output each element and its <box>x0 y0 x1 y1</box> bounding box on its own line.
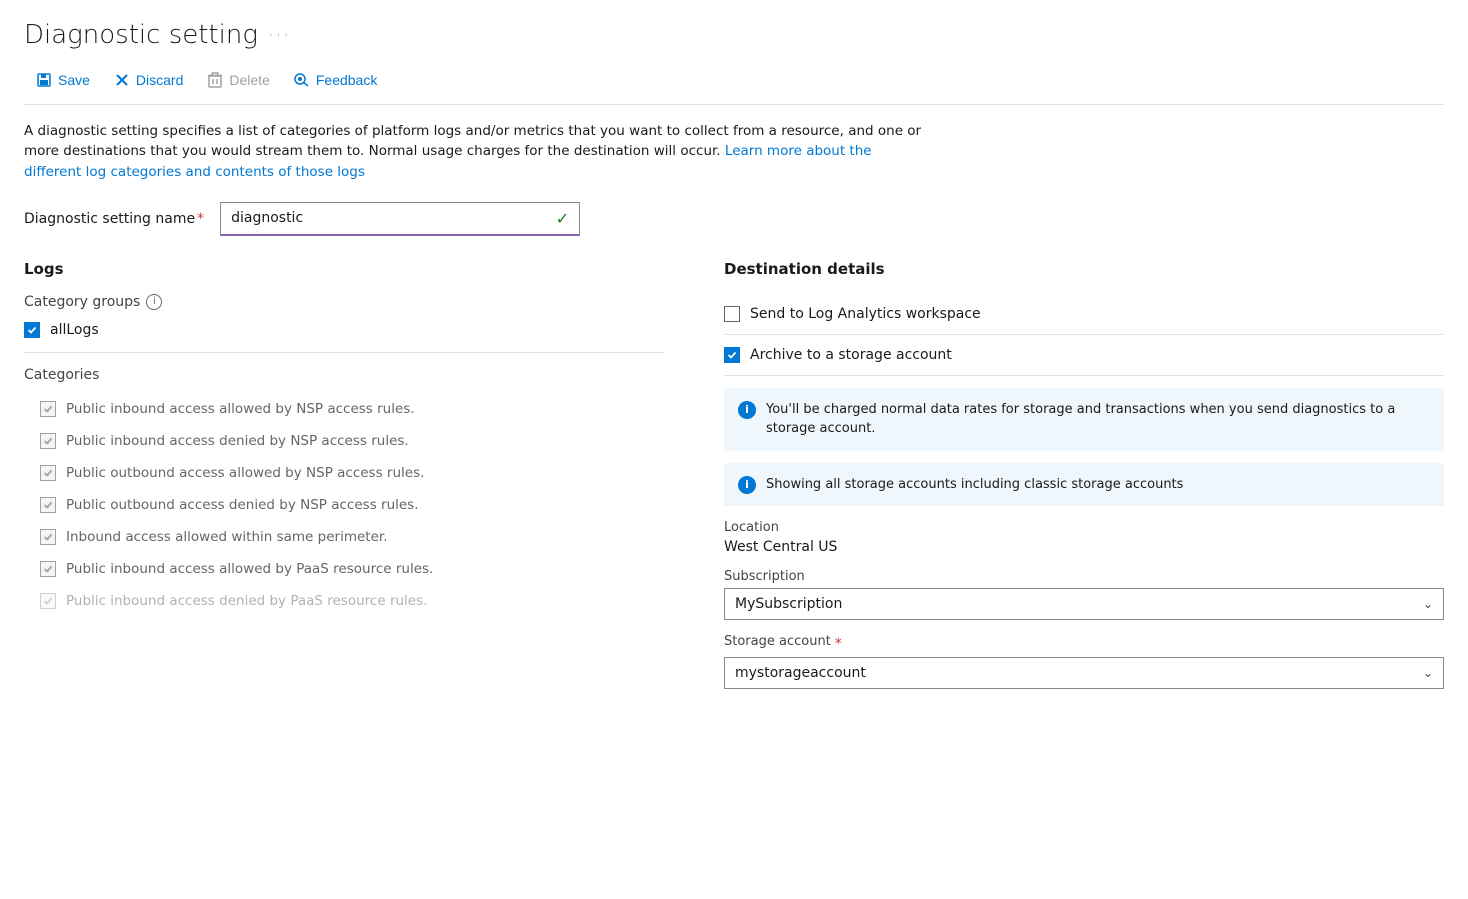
setting-name-row: Diagnostic setting name* diagnostic ✓ <box>24 202 1444 236</box>
input-check-icon: ✓ <box>556 209 569 228</box>
delete-icon <box>207 72 223 88</box>
feedback-icon <box>294 72 310 88</box>
subscription-label: Subscription <box>724 569 1444 584</box>
log-analytics-row: Send to Log Analytics workspace <box>724 294 1444 335</box>
feedback-button[interactable]: Feedback <box>282 66 389 94</box>
page-menu-ellipsis[interactable]: ··· <box>268 25 291 46</box>
description-text: A diagnostic setting specifies a list of… <box>24 121 924 182</box>
list-item: Public inbound access denied by PaaS res… <box>24 585 664 617</box>
discard-button[interactable]: Discard <box>102 66 195 94</box>
category-checkbox-5[interactable] <box>40 561 56 577</box>
category-checkbox-2[interactable] <box>40 465 56 481</box>
diagnostic-name-input[interactable]: diagnostic ✓ <box>220 202 580 236</box>
info-icon-2: i <box>738 476 756 494</box>
right-panel: Destination details Send to Log Analytic… <box>724 260 1444 704</box>
toolbar: Save Discard Delete <box>24 66 1444 105</box>
discard-icon <box>114 72 130 88</box>
main-layout: Logs Category groups i allLogs Categorie… <box>24 260 1444 704</box>
destination-title: Destination details <box>724 260 1444 278</box>
location-label: Location <box>724 520 1444 535</box>
delete-button[interactable]: Delete <box>195 66 281 94</box>
category-groups-header: Category groups i <box>24 294 664 310</box>
category-checkbox-0[interactable] <box>40 401 56 417</box>
subscription-chevron-icon: ⌄ <box>1423 597 1433 611</box>
storage-account-chevron-icon: ⌄ <box>1423 666 1433 680</box>
location-section: Location West Central US Subscription My… <box>724 520 1444 689</box>
info-icon-1: i <box>738 401 756 419</box>
list-item: Inbound access allowed within same perim… <box>24 521 664 553</box>
archive-storage-label: Archive to a storage account <box>750 347 952 363</box>
list-item: Public outbound access denied by NSP acc… <box>24 489 664 521</box>
category-checkbox-1[interactable] <box>40 433 56 449</box>
storage-account-label: Storage account <box>724 634 831 649</box>
save-icon <box>36 72 52 88</box>
storage-classic-info: i Showing all storage accounts including… <box>724 463 1444 507</box>
alllogs-checkbox[interactable] <box>24 322 40 338</box>
category-checkbox-4[interactable] <box>40 529 56 545</box>
left-panel: Logs Category groups i allLogs Categorie… <box>24 260 664 704</box>
storage-account-label-row: Storage account * <box>724 634 1444 653</box>
log-analytics-checkbox[interactable] <box>724 306 740 322</box>
setting-name-label: Diagnostic setting name* <box>24 211 204 227</box>
alllogs-checkbox-row: allLogs <box>24 322 664 338</box>
alllogs-label: allLogs <box>50 322 99 338</box>
list-item: Public inbound access allowed by PaaS re… <box>24 553 664 585</box>
categories-list: Public inbound access allowed by NSP acc… <box>24 393 664 617</box>
subscription-select[interactable]: MySubscription ⌄ <box>724 588 1444 620</box>
list-item: Public inbound access denied by NSP acce… <box>24 425 664 457</box>
location-value: West Central US <box>724 539 1444 555</box>
divider-logs <box>24 352 664 353</box>
page-title: Diagnostic setting ··· <box>24 20 1444 50</box>
category-checkbox-6[interactable] <box>40 593 56 609</box>
storage-charge-info: i You'll be charged normal data rates fo… <box>724 388 1444 451</box>
log-analytics-label: Send to Log Analytics workspace <box>750 306 981 322</box>
list-item: Public inbound access allowed by NSP acc… <box>24 393 664 425</box>
logs-title: Logs <box>24 260 664 278</box>
save-button[interactable]: Save <box>24 66 102 94</box>
categories-label: Categories <box>24 367 664 383</box>
archive-storage-row: Archive to a storage account <box>724 335 1444 376</box>
category-groups-info-icon[interactable]: i <box>146 294 162 310</box>
list-item: Public outbound access allowed by NSP ac… <box>24 457 664 489</box>
archive-storage-checkbox[interactable] <box>724 347 740 363</box>
storage-account-select[interactable]: mystorageaccount ⌄ <box>724 657 1444 689</box>
category-checkbox-3[interactable] <box>40 497 56 513</box>
